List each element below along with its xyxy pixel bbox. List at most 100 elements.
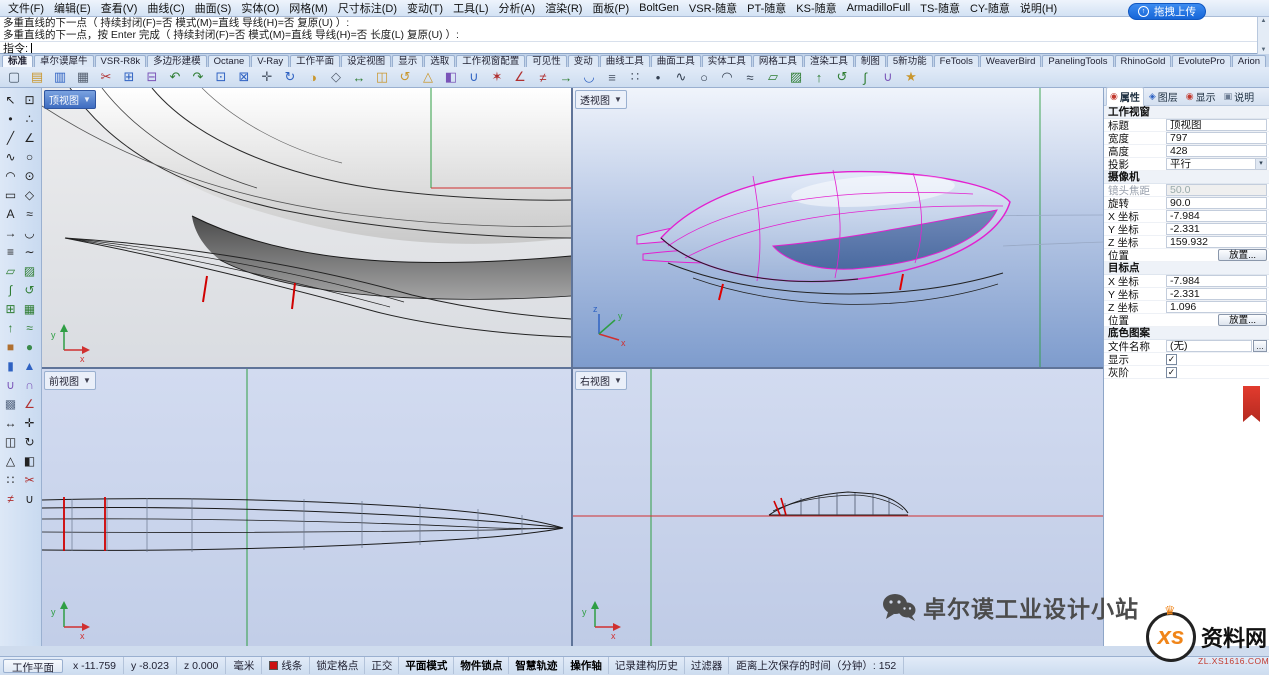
toolbar-icon-arc[interactable]: ◠ [716,68,738,87]
menu-item[interactable]: PT-随意 [742,0,791,17]
palette-icon-scale[interactable]: △ [1,451,20,470]
menu-item[interactable]: 渲染(R) [540,0,587,17]
command-scrollbar[interactable]: ▲ ▼ [1257,17,1269,54]
toolbar-group-tab[interactable]: 显示 [392,55,423,67]
palette-icon-surface-3pt[interactable]: ▱ [1,261,20,280]
toolbar-group-tab[interactable]: 工作平面 [290,55,340,67]
menu-item[interactable]: 查看(V) [96,0,143,17]
cplane-button[interactable]: 工作平面 [3,659,63,673]
palette-icon-array[interactable]: ∷ [1,470,20,489]
scroll-down-icon[interactable]: ▼ [1261,47,1267,53]
palette-icon-freeform-curve[interactable]: ∿ [1,147,20,166]
menu-item[interactable]: 曲面(S) [190,0,237,17]
palette-icon-patch-surface[interactable]: ▦ [20,299,39,318]
palette-icon-boolean-union[interactable]: ∪ [1,375,20,394]
toolbar-icon-paste[interactable]: ⊟ [141,68,163,87]
palette-icon-sweep-surface[interactable]: ∫ [1,280,20,299]
toolbar-icon-rotate[interactable]: ↺ [394,68,416,87]
property-value[interactable]: 428 [1166,145,1267,157]
toolbar-group-tab[interactable]: Octane [208,55,251,67]
status-toggle[interactable]: 智慧轨迹 [509,657,564,674]
menu-item[interactable]: 尺寸标注(D) [333,0,402,17]
toolbar-group-tab[interactable]: 5新功能 [887,55,933,67]
chevron-down-icon[interactable]: ▾ [1255,159,1266,169]
menu-item[interactable]: 面板(P) [587,0,634,17]
place-button[interactable]: 放置... [1218,314,1267,326]
toolbar-group-tab[interactable]: 曲线工具 [600,55,650,67]
command-history[interactable]: 多重直线的下一点（ 持续封闭(F)=否 模式(M)=直线 导线(H)=否 复原(… [0,17,1257,41]
toolbar-group-tab[interactable]: FeTools [934,55,979,67]
toolbar-group-tab[interactable]: 选取 [424,55,455,67]
viewport-canvas-top[interactable]: y x [42,88,571,367]
toolbar-icon-curve[interactable]: ≈ [739,68,761,87]
scroll-up-icon[interactable]: ▲ [1261,18,1267,24]
palette-icon-loft-surface[interactable]: ▨ [20,261,39,280]
toolbar-icon-move[interactable]: ↔ [348,68,370,87]
menu-item[interactable]: 网格(M) [284,0,333,17]
toolbar-group-tab[interactable]: RhinoGold [1115,55,1172,67]
viewport-canvas-perspective[interactable]: z x y [573,88,1103,367]
toolbar-icon-copy-clipboard[interactable]: ⊞ [118,68,140,87]
menu-item[interactable]: 变动(T) [402,0,448,17]
property-value[interactable]: 90.0 [1166,197,1267,209]
toolbar-icon-boolean-union[interactable]: ∪ [877,68,899,87]
property-dropdown[interactable]: 平行▾ [1166,158,1267,170]
status-toggle[interactable]: 操作轴 [564,657,609,674]
panel-tab-layers[interactable]: ◈图层 [1146,88,1181,105]
menu-item[interactable]: BoltGen [634,1,684,15]
toolbar-icon-offset[interactable]: ≡ [601,68,623,87]
toolbar-icon-circle[interactable]: ○ [693,68,715,87]
palette-icon-text[interactable]: A [1,204,20,223]
palette-icon-circle[interactable]: ○ [20,147,39,166]
toolbar-icon-fillet[interactable]: ◡ [578,68,600,87]
palette-icon-solid-sphere[interactable]: ● [20,337,39,356]
palette-icon-point-cloud[interactable]: ∴ [20,109,39,128]
viewport-tab-perspective[interactable]: 透视图 ▼ [575,90,627,109]
chevron-down-icon[interactable]: ▼ [83,95,91,104]
toolbar-icon-trim[interactable]: ∠ [509,68,531,87]
palette-icon-solid-box[interactable]: ■ [1,337,20,356]
toolbar-icon-scale[interactable]: △ [417,68,439,87]
palette-icon-rotate[interactable]: ↻ [20,432,39,451]
toolbar-icon-open-file[interactable]: ▤ [26,68,48,87]
menu-item[interactable]: 编辑(E) [49,0,96,17]
palette-icon-split[interactable]: ≠ [1,489,20,508]
palette-icon-boolean-difference[interactable]: ∩ [20,375,39,394]
viewport-perspective[interactable]: z x y 透视图 ▼ [573,88,1103,367]
toolbar-group-tab[interactable]: 渲染工具 [804,55,854,67]
palette-icon-polygon[interactable]: ◇ [20,185,39,204]
palette-icon-offset-curve[interactable]: ≡ [1,242,20,261]
toolbar-icon-redo[interactable]: ↷ [187,68,209,87]
toolbar-icon-explode[interactable]: ✶ [486,68,508,87]
menu-item[interactable]: 曲线(C) [142,0,189,17]
toolbar-icon-join[interactable]: ∪ [463,68,485,87]
palette-icon-helix[interactable]: ≈ [20,204,39,223]
toolbar-icon-surface[interactable]: ▱ [762,68,784,87]
palette-icon-polyline[interactable]: ∠ [20,128,39,147]
palette-icon-copy[interactable]: ◫ [1,432,20,451]
palette-icon-extrude-surface[interactable]: ↑ [1,318,20,337]
toolbar-group-tab[interactable]: 制图 [855,55,886,67]
toolbar-icon-rotate-view[interactable]: ↻ [279,68,301,87]
palette-icon-extend-curve[interactable]: → [1,223,20,242]
menu-item[interactable]: KS-随意 [791,0,841,17]
property-value[interactable]: -7.984 [1166,275,1267,287]
drag-upload-button[interactable]: ↑ 拖拽上传 [1128,3,1206,20]
menu-item[interactable]: 文件(F) [3,0,49,17]
viewport-canvas-front[interactable]: y x [42,369,571,646]
toolbar-icon-extrude[interactable]: ↑ [808,68,830,87]
command-prompt[interactable]: 指令: [0,41,1257,54]
toolbar-icon-sweep[interactable]: ∫ [854,68,876,87]
toolbar-icon-loft[interactable]: ▨ [785,68,807,87]
property-value[interactable]: 159.932 [1166,236,1267,248]
chevron-down-icon[interactable]: ▼ [614,376,622,385]
status-toggle[interactable]: 正交 [365,657,399,674]
panel-tab-display[interactable]: ◉显示 [1183,88,1219,105]
palette-icon-solid-cylinder[interactable]: ▮ [1,356,20,375]
menu-item[interactable]: CY-随意 [965,0,1015,17]
palette-icon-ellipse[interactable]: ⊙ [20,166,39,185]
chevron-down-icon[interactable]: ▼ [614,95,622,104]
toolbar-icon-undo[interactable]: ↶ [164,68,186,87]
menu-item[interactable]: ArmadilloFull [842,1,916,15]
palette-icon-revolve-surface[interactable]: ↺ [20,280,39,299]
